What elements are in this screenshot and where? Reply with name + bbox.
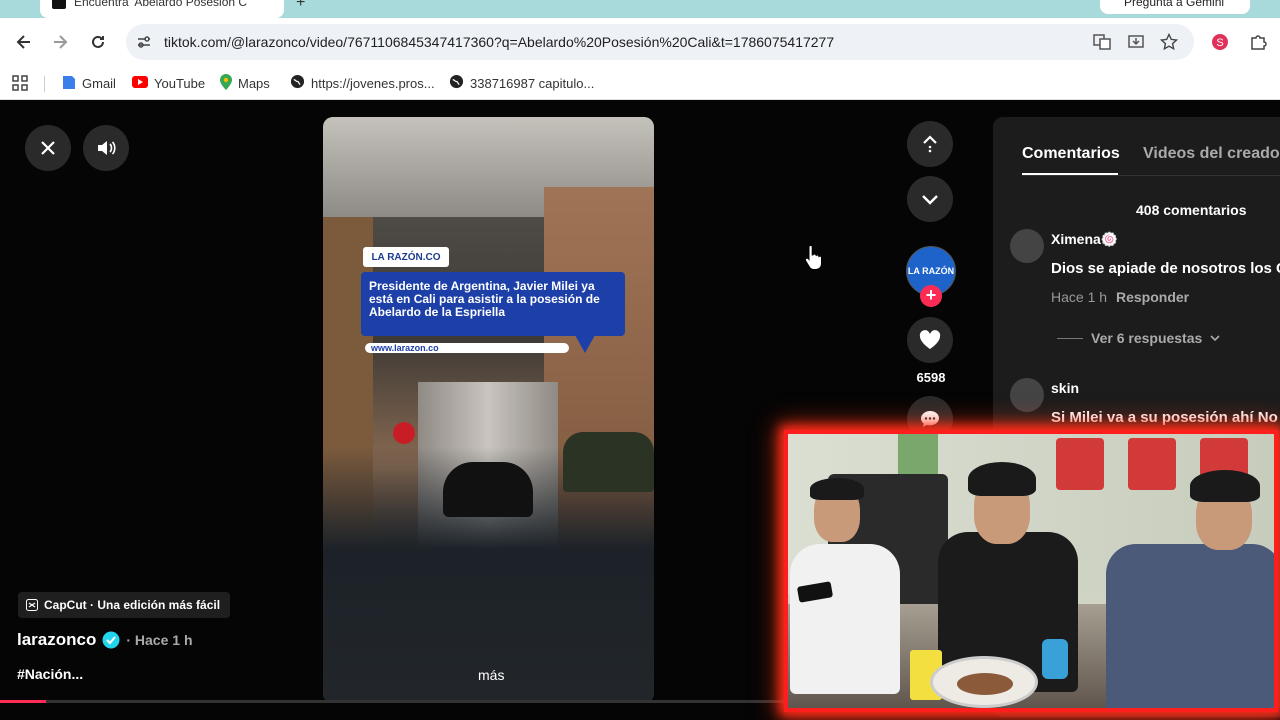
- gemini-button[interactable]: Pregunta a Gemini: [1100, 0, 1250, 14]
- active-tab-underline: [1022, 173, 1118, 175]
- globe-icon: [290, 74, 305, 92]
- tab-active[interactable]: Encuentra 'Abelardo Posesión C: [40, 0, 284, 18]
- news-logo-badge: LA RAZÓN.CO: [363, 247, 449, 267]
- post-time: · Hace 1 h: [126, 632, 193, 648]
- webcam-scene-plate: [930, 656, 1038, 708]
- comment-time: Hace 1 h: [1051, 289, 1108, 305]
- bookmark-label: YouTube: [154, 75, 206, 91]
- news-headline: Presidente de Argentina, Javier Milei ya…: [361, 272, 625, 336]
- view-replies-button[interactable]: Ver 6 respuestas: [1057, 330, 1220, 346]
- webcam-scene-bottle: [1042, 639, 1068, 679]
- capcut-icon: [26, 599, 38, 611]
- chevron-down-icon: [1210, 335, 1220, 342]
- webcam-overlay: [784, 430, 1278, 712]
- bookmarks-divider: [44, 76, 45, 92]
- commenter-avatar[interactable]: [1010, 378, 1044, 412]
- bookmark-label: Gmail: [82, 75, 116, 91]
- video-player[interactable]: LA RAZÓN.CO Presidente de Argentina, Jav…: [323, 117, 654, 703]
- commenter-avatar[interactable]: [1010, 229, 1044, 263]
- bookmark-maps[interactable]: Maps: [220, 72, 270, 94]
- bookmark-capitulo[interactable]: 338716987 capitulo...: [449, 72, 594, 94]
- svg-text:S: S: [1216, 37, 1223, 49]
- comment-icon: [921, 411, 939, 427]
- bookmark-label: Maps: [238, 75, 270, 91]
- tab-title: Encuentra 'Abelardo Posesión C: [74, 0, 248, 9]
- commenter-name[interactable]: skin: [1051, 380, 1079, 396]
- tabs-divider: [1022, 175, 1280, 176]
- capcut-badge[interactable]: CapCut · Una edición más fácil: [18, 592, 231, 618]
- replies-dash: [1057, 337, 1083, 339]
- close-button[interactable]: [25, 125, 71, 171]
- url-text: tiktok.com/@larazonco/video/767110684534…: [164, 34, 835, 50]
- video-scene-microphone: [393, 422, 415, 444]
- reload-button[interactable]: [84, 28, 112, 56]
- comment-count: 408 comentarios: [1136, 202, 1247, 218]
- install-app-icon[interactable]: [1126, 32, 1146, 52]
- close-icon: [41, 141, 55, 155]
- commenter-name[interactable]: Ximena🍥: [1051, 231, 1118, 248]
- reply-button[interactable]: Responder: [1116, 289, 1189, 305]
- video-scene-officer-cap: [563, 432, 654, 492]
- arrow-left-icon: [16, 35, 30, 49]
- tiktok-favicon-icon: [52, 0, 66, 9]
- chevron-down-icon: [922, 195, 938, 205]
- back-button[interactable]: [10, 28, 38, 56]
- new-tab-button[interactable]: +: [296, 0, 305, 12]
- globe-icon: [449, 74, 464, 92]
- tab-creator-videos[interactable]: Videos del creador: [1143, 145, 1280, 163]
- comment-text: Si Milei va a su posesión ahí No: [1051, 409, 1278, 426]
- verified-badge-icon: [102, 631, 120, 649]
- comment-text: Dios se apiade de nosotros los C: [1051, 260, 1280, 277]
- extensions-puzzle-icon[interactable]: [1244, 28, 1272, 56]
- video-progress-fill: [0, 700, 47, 703]
- next-video-button[interactable]: [907, 176, 953, 222]
- arrow-right-icon: [54, 35, 68, 49]
- gmail-icon: [62, 74, 76, 93]
- forward-button[interactable]: [46, 28, 74, 56]
- webcam-scene-jersey: [1128, 438, 1176, 490]
- video-author: larazonco · Hace 1 h: [17, 630, 193, 650]
- bookmark-gmail[interactable]: Gmail: [62, 72, 116, 94]
- likes-count: 6598: [916, 370, 946, 385]
- site-info-icon[interactable]: [134, 32, 154, 52]
- hand-cursor-icon: [804, 244, 822, 276]
- bookmark-youtube[interactable]: YouTube: [132, 72, 205, 94]
- author-name[interactable]: larazonco: [17, 630, 96, 650]
- more-link[interactable]: más: [478, 667, 504, 683]
- news-site-url: www.larazon.co: [365, 343, 569, 353]
- apps-grid-icon[interactable]: [12, 72, 28, 94]
- maps-icon: [220, 73, 232, 93]
- bookmark-star-icon[interactable]: [1159, 32, 1179, 52]
- like-button[interactable]: [907, 317, 953, 363]
- video-scene-police-cap: [443, 462, 533, 517]
- webcam-scene-jersey: [1056, 438, 1104, 490]
- youtube-icon: [132, 75, 148, 91]
- reload-icon: [92, 35, 104, 48]
- bookmark-label: 338716987 capitulo...: [470, 75, 595, 91]
- translate-icon[interactable]: [1092, 32, 1112, 52]
- previous-video-button[interactable]: [907, 121, 953, 167]
- extension-shield-icon[interactable]: S: [1206, 28, 1234, 56]
- bookmark-label: https://jovenes.pros...: [311, 75, 435, 91]
- address-bar[interactable]: tiktok.com/@larazonco/video/767110684534…: [126, 24, 1194, 60]
- tab-comments[interactable]: Comentarios: [1022, 145, 1120, 163]
- bookmarks-bar: Gmail YouTube Maps https://jovenes.pros.…: [0, 66, 1280, 100]
- capcut-label: CapCut · Una edición más fácil: [44, 598, 221, 612]
- browser-toolbar: tiktok.com/@larazonco/video/767110684534…: [0, 18, 1280, 66]
- follow-button[interactable]: +: [920, 285, 942, 307]
- video-description[interactable]: #Nación...: [17, 666, 83, 682]
- tab-strip: Encuentra 'Abelardo Posesión C + Pregunt…: [0, 0, 1280, 18]
- bookmark-jovenes[interactable]: https://jovenes.pros...: [290, 72, 435, 94]
- headline-pointer: [575, 335, 595, 353]
- volume-icon: [98, 141, 116, 155]
- chevron-up-icon: [923, 135, 937, 153]
- volume-button[interactable]: [83, 125, 129, 171]
- view-replies-label: Ver 6 respuestas: [1091, 330, 1203, 346]
- heart-icon: [919, 330, 941, 349]
